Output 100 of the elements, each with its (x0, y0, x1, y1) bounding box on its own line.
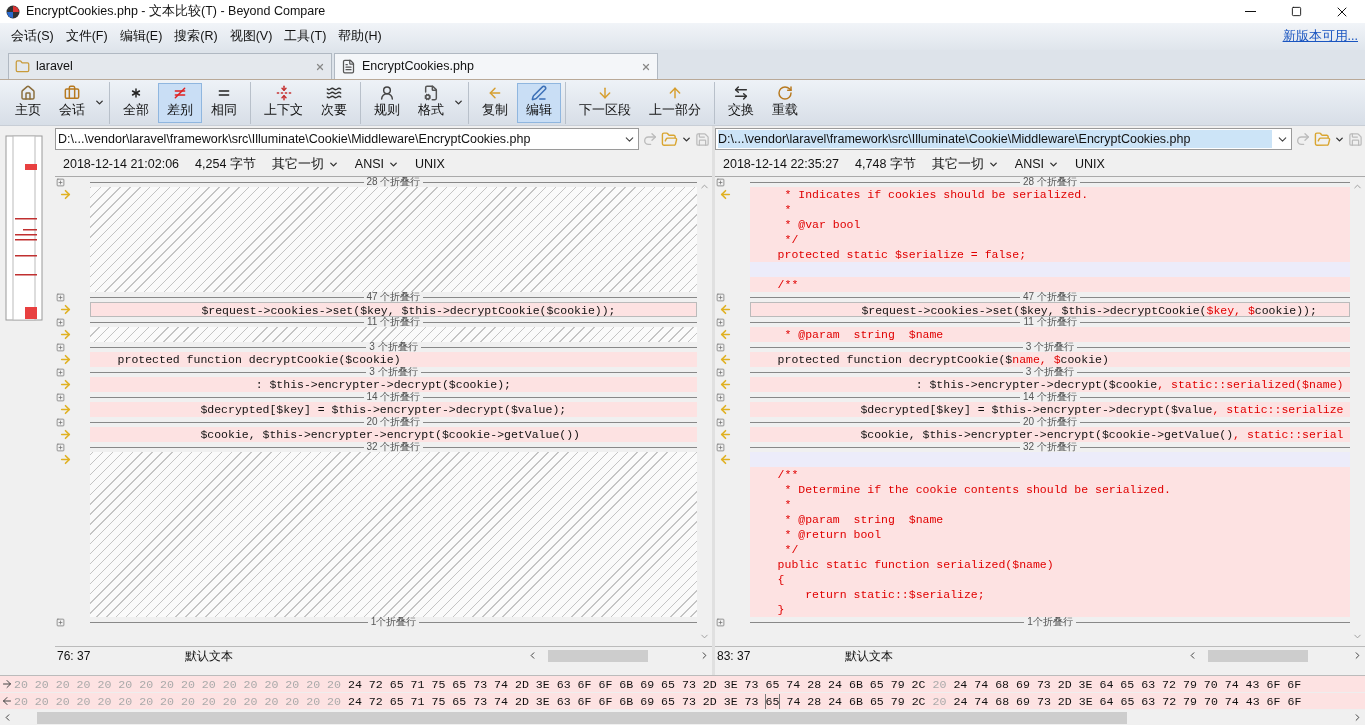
hex-bytes: 24 74 68 69 73 2D 3E 64 65 63 72 79 70 74 43 6F 6F (953, 693, 1302, 709)
scroll-thumb[interactable] (37, 711, 1127, 724)
toolbar-button[interactable]: 差别 (158, 82, 202, 123)
expand-icon[interactable] (56, 392, 65, 402)
toolbar-button[interactable]: 格式 (409, 82, 453, 123)
content-type-selector[interactable]: 其它一切 (271, 154, 324, 174)
expand-icon[interactable] (56, 417, 65, 427)
expand-icon[interactable] (716, 342, 725, 352)
expand-icon[interactable] (716, 392, 725, 402)
toolbar-button[interactable]: 重载 (763, 82, 807, 123)
expand-icon[interactable] (56, 617, 65, 627)
fold-icon (275, 85, 292, 102)
expand-icon[interactable] (716, 177, 725, 187)
menu-item[interactable]: 搜索(R) (168, 27, 224, 46)
expand-icon[interactable] (56, 177, 65, 187)
folded-lines-label: 11 个折叠行 (366, 317, 421, 327)
arrow-right-icon[interactable] (59, 303, 72, 316)
toolbar-button[interactable]: 上一部分 (640, 82, 710, 123)
close-icon[interactable] (315, 61, 325, 72)
pen-icon (531, 85, 547, 102)
close-icon[interactable] (641, 61, 651, 72)
minimize-icon (1244, 11, 1256, 12)
hex-bytes: 20 20 20 20 20 20 20 20 20 20 20 20 20 20 20 20 (14, 693, 341, 709)
expand-icon[interactable] (56, 317, 65, 327)
content-type-selector[interactable]: 其它一切 (931, 154, 984, 174)
toolbar-button[interactable]: 全部 (114, 82, 158, 123)
folded-lines-label: 32 个折叠行 (1023, 442, 1077, 452)
toolbar-button[interactable]: 编辑 (517, 82, 561, 123)
toolbar-button[interactable]: 次要 (312, 82, 356, 123)
tab-label: EncryptCookies.php (362, 58, 475, 76)
expand-icon[interactable] (56, 367, 65, 377)
folded-lines-label: 11 个折叠行 (1023, 317, 1077, 327)
arrow-left-icon[interactable] (719, 328, 732, 341)
arrow-right-icon[interactable] (59, 328, 72, 341)
refresh-icon (777, 85, 793, 102)
arrow-left-icon[interactable] (719, 188, 732, 201)
update-link[interactable]: 新版本可用... (1282, 27, 1358, 46)
toolbar-button[interactable]: 上下文 (255, 82, 312, 123)
caret-icon[interactable] (94, 97, 105, 108)
tab[interactable]: laravel (8, 53, 332, 79)
expand-icon[interactable] (716, 292, 725, 302)
menu-item[interactable]: 编辑(E) (113, 27, 169, 46)
hex-bytes: 24 72 65 71 75 65 73 74 2D 3E 63 6F 6F 6B 69 65 73 2D 3E 73 65 74 28 24 6B 65 79 2C (348, 676, 926, 692)
line-ending: UNIX (415, 155, 445, 173)
folded-lines-label: 14 个折叠行 (1023, 392, 1077, 402)
arrow-left-icon[interactable] (719, 428, 732, 441)
encoding-selector[interactable]: ANSI (1014, 154, 1045, 174)
toolbar-button[interactable]: 相同 (202, 82, 246, 123)
toolbar-button[interactable]: 会话 (50, 82, 94, 123)
expand-icon[interactable] (56, 342, 65, 352)
arrow-left-icon[interactable] (719, 303, 732, 316)
expand-icon[interactable] (716, 367, 725, 377)
restore-icon (1290, 6, 1302, 17)
hex-bytes: 20 (932, 693, 947, 709)
tab[interactable]: EncryptCookies.php (334, 53, 658, 79)
arrow-right-icon[interactable] (59, 188, 72, 201)
encoding-selector[interactable]: ANSI (354, 154, 385, 174)
folded-lines-label: 47 个折叠行 (1023, 292, 1077, 302)
toolbar-button[interactable]: 主页 (6, 82, 50, 123)
app-logo-icon (6, 4, 20, 19)
arrow-left-icon[interactable] (719, 378, 732, 391)
toolbar-button[interactable]: 交换 (719, 82, 763, 123)
redo-icon[interactable] (1295, 131, 1311, 147)
scroll-thumb[interactable] (1208, 649, 1308, 662)
toolbar-button[interactable]: 下一区段 (570, 82, 640, 123)
expand-icon[interactable] (56, 442, 65, 452)
menu-item[interactable]: 视图(V) (223, 27, 279, 46)
menu-item[interactable]: 文件(F) (59, 27, 114, 46)
toolbar-button[interactable]: 复制 (473, 82, 517, 123)
expand-icon[interactable] (716, 617, 725, 627)
arrow-right-icon[interactable] (59, 403, 72, 416)
arrow-left-icon[interactable] (719, 403, 732, 416)
folded-lines-label: 14 个折叠行 (366, 392, 421, 402)
expand-icon[interactable] (716, 317, 725, 327)
cursor-position: 76: 37 (56, 647, 92, 665)
arrow-left-icon[interactable] (719, 353, 732, 366)
menu-item[interactable]: 会话(S) (5, 27, 60, 46)
toolbar-button[interactable]: 规则 (365, 82, 409, 123)
menu-item[interactable]: 帮助(H) (332, 27, 388, 46)
redo-icon[interactable] (642, 131, 658, 147)
scroll-thumb[interactable] (548, 649, 648, 662)
folded-lines-label: 1个折叠行 (370, 617, 417, 627)
folder-icon (15, 59, 30, 74)
file-gear-icon (423, 85, 439, 102)
expand-icon[interactable] (716, 442, 725, 452)
arrow-right-icon[interactable] (59, 353, 72, 366)
arrow-left-icon[interactable] (719, 453, 732, 466)
path-field[interactable]: D:\...\vendor\laravel\framework\src\Illuminate\Cookie\Middleware\EncryptCookies.php (55, 128, 639, 150)
tab-label: laravel (36, 58, 74, 76)
expand-icon[interactable] (56, 292, 65, 302)
expand-icon[interactable] (716, 417, 725, 427)
arrow-right-icon[interactable] (59, 428, 72, 441)
line-ending: UNIX (1075, 155, 1105, 173)
caret-icon[interactable] (453, 97, 464, 108)
syntax-label: 默认文本 (185, 647, 234, 665)
menu-item[interactable]: 工具(T) (278, 27, 333, 46)
file-size: 4,254 字节 (195, 155, 256, 173)
arrow-right-icon[interactable] (59, 453, 72, 466)
arrow-right-icon[interactable] (59, 378, 72, 391)
document-icon (341, 59, 356, 74)
